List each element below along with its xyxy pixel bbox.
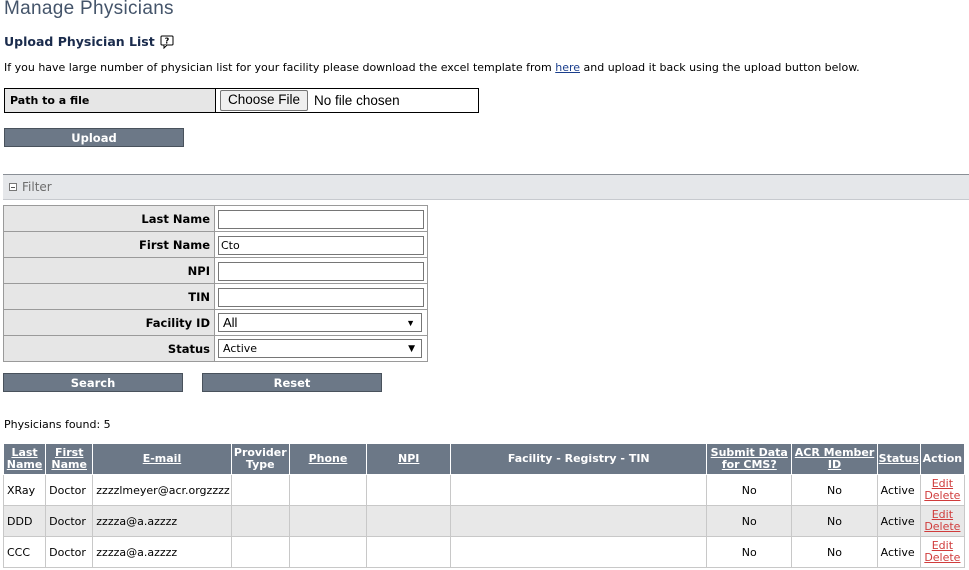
filter-row-first-name: First Name [3, 231, 428, 258]
cell-first-name: Doctor [45, 536, 94, 568]
status-selected-value: Active [223, 342, 258, 355]
filter-row-status: Status Active ▼ [3, 335, 428, 362]
cell-submit-cms: No [706, 536, 793, 568]
filter-row-facility-id: Facility ID All ▼ [3, 309, 428, 336]
facility-id-selected-value: All [223, 315, 238, 330]
search-button[interactable]: Search [3, 373, 183, 392]
filter-row-tin: TIN [3, 283, 428, 310]
col-header-action: Action [919, 443, 966, 475]
col-header-facility-registry-tin: Facility - Registry - TIN [450, 443, 708, 475]
cell-action: Edit Delete [919, 536, 966, 568]
instructions-text-before: If you have large number of physician li… [4, 61, 556, 74]
filter-section-header[interactable]: Filter [3, 174, 969, 200]
cell-npi [366, 474, 452, 506]
cell-facility-registry-tin [450, 474, 708, 506]
upload-instructions: If you have large number of physician li… [4, 61, 860, 74]
cell-phone [288, 474, 368, 506]
filter-row-last-name: Last Name [3, 205, 428, 232]
help-icon[interactable]: ? [160, 35, 174, 49]
last-name-label: Last Name [3, 205, 215, 232]
cell-provider-type [230, 474, 290, 506]
facility-id-select[interactable]: All ▼ [218, 313, 422, 332]
choose-file-button[interactable]: Choose File [220, 90, 309, 111]
cell-status: Active [876, 536, 921, 568]
svg-text:?: ? [164, 36, 169, 45]
cell-facility-registry-tin [450, 536, 708, 568]
cell-action: Edit Delete [919, 505, 966, 537]
cell-acr-member-id: No [791, 536, 878, 568]
cell-phone [288, 536, 368, 568]
cell-email: zzzza@a.azzzz [92, 505, 232, 537]
delete-link[interactable]: Delete [924, 521, 961, 533]
cell-npi [366, 536, 452, 568]
table-row: XRay Doctor zzzzlmeyer@acr.orgzzzz No No… [2, 474, 966, 506]
upload-heading-label: Upload Physician List [4, 34, 155, 49]
file-upload-row: Path to a file Choose File No file chose… [4, 88, 479, 113]
col-header-provider-type: Provider Type [230, 443, 290, 475]
cell-last-name: DDD [2, 505, 47, 537]
cell-last-name: XRay [2, 474, 47, 506]
col-header-status[interactable]: Status [876, 443, 921, 475]
col-header-first-name[interactable]: First Name [45, 443, 94, 475]
cell-facility-registry-tin [450, 505, 708, 537]
status-label: Status [3, 335, 215, 362]
facility-id-label: Facility ID [3, 309, 215, 336]
instructions-text-after: and upload it back using the upload butt… [580, 61, 860, 74]
first-name-label: First Name [3, 231, 215, 258]
path-to-file-label: Path to a file [5, 89, 216, 112]
upload-heading: Upload Physician List ? [4, 34, 174, 49]
cell-first-name: Doctor [45, 474, 94, 506]
cell-acr-member-id: No [791, 505, 878, 537]
col-header-phone[interactable]: Phone [288, 443, 368, 475]
table-row: DDD Doctor zzzza@a.azzzz No No Active Ed… [2, 505, 966, 537]
npi-label: NPI [3, 257, 215, 284]
template-download-link[interactable]: here [555, 61, 580, 74]
filter-form: Last Name First Name NPI TIN Facility ID… [3, 205, 428, 362]
status-select[interactable]: Active ▼ [218, 339, 422, 358]
cell-action: Edit Delete [919, 474, 966, 506]
collapse-icon[interactable] [9, 183, 17, 191]
tin-label: TIN [3, 283, 215, 310]
delete-link[interactable]: Delete [924, 552, 961, 564]
last-name-input[interactable] [218, 210, 424, 229]
chevron-down-icon: ▼ [406, 317, 415, 328]
col-header-npi[interactable]: NPI [366, 443, 452, 475]
cell-first-name: Doctor [45, 505, 94, 537]
filter-header-label: Filter [22, 180, 52, 194]
filter-row-npi: NPI [3, 257, 428, 284]
col-header-acr-member-id[interactable]: ACR Member ID [791, 443, 878, 475]
col-header-email[interactable]: E-mail [92, 443, 232, 475]
cell-provider-type [230, 505, 290, 537]
col-header-last-name[interactable]: Last Name [2, 443, 47, 475]
physicians-found-count: Physicians found: 5 [4, 418, 111, 431]
cell-provider-type [230, 536, 290, 568]
cell-submit-cms: No [706, 505, 793, 537]
cell-submit-cms: No [706, 474, 793, 506]
col-header-submit-cms[interactable]: Submit Data for CMS? [706, 443, 793, 475]
table-header-row: Last Name First Name E-mail Provider Typ… [2, 443, 966, 475]
npi-input[interactable] [218, 262, 424, 281]
reset-button[interactable]: Reset [202, 373, 382, 392]
page-title: Manage Physicians [4, 0, 174, 19]
chevron-down-icon: ▼ [408, 343, 415, 354]
cell-phone [288, 505, 368, 537]
cell-status: Active [876, 505, 921, 537]
delete-link[interactable]: Delete [924, 490, 961, 502]
cell-email: zzzza@a.azzzz [92, 536, 232, 568]
table-row: CCC Doctor zzzza@a.azzzz No No Active Ed… [2, 536, 966, 568]
cell-email: zzzzlmeyer@acr.orgzzzz [92, 474, 232, 506]
cell-status: Active [876, 474, 921, 506]
cell-npi [366, 505, 452, 537]
cell-last-name: CCC [2, 536, 47, 568]
cell-acr-member-id: No [791, 474, 878, 506]
tin-input[interactable] [218, 288, 424, 307]
file-input[interactable]: Choose File No file chosen [216, 89, 478, 112]
physicians-table: Last Name First Name E-mail Provider Typ… [2, 443, 966, 568]
upload-button[interactable]: Upload [4, 128, 184, 147]
first-name-input[interactable] [218, 236, 424, 255]
no-file-chosen-text: No file chosen [314, 93, 400, 108]
